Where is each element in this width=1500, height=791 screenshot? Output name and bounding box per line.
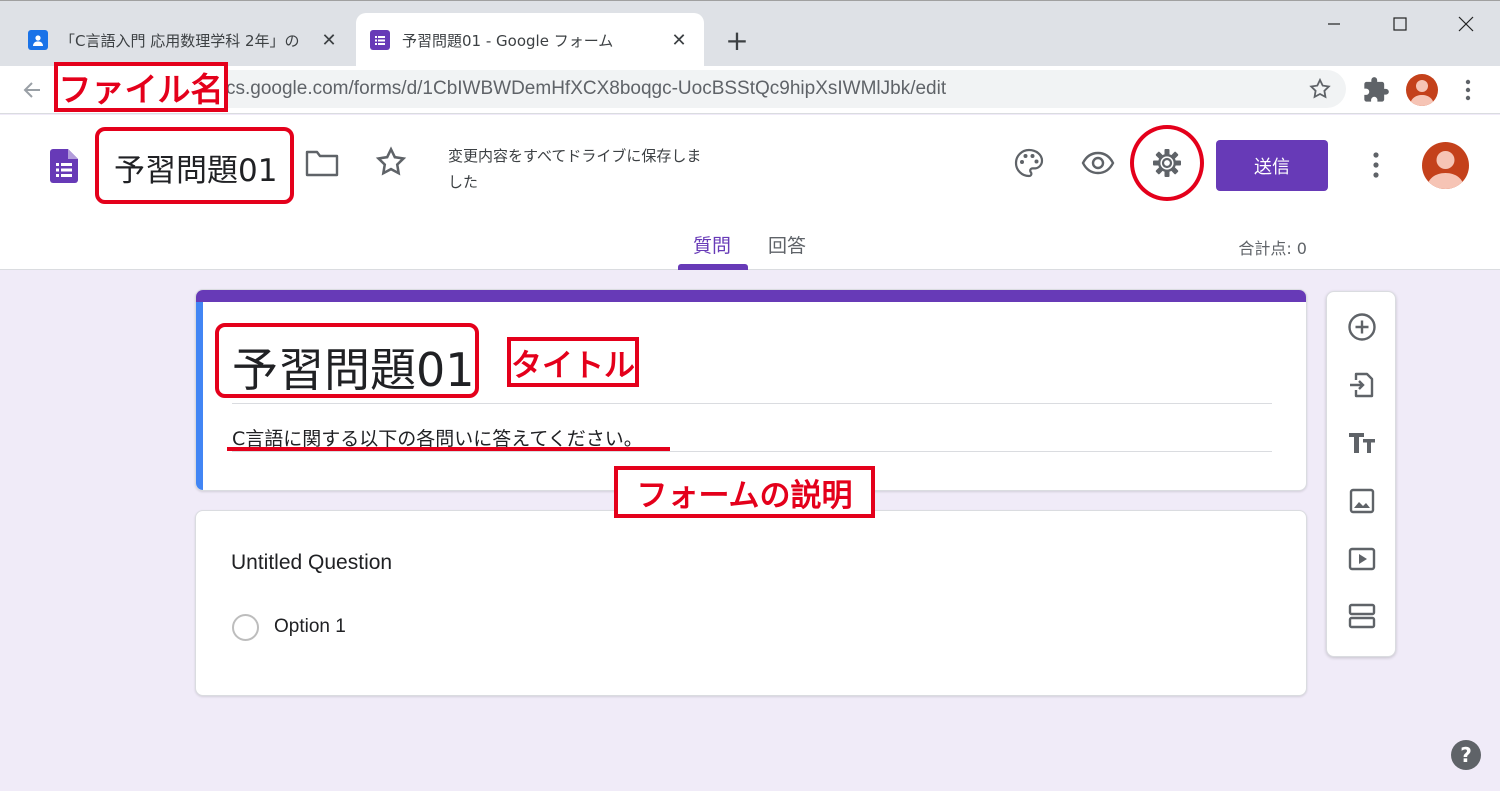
total-points: 合計点: 0 bbox=[1238, 239, 1307, 258]
tab-responses[interactable]: 回答 bbox=[768, 231, 806, 258]
add-question-icon[interactable] bbox=[1344, 309, 1380, 345]
preview-eye-icon[interactable] bbox=[1078, 143, 1118, 183]
side-toolbar bbox=[1326, 291, 1396, 657]
bookmark-star-icon[interactable] bbox=[1308, 77, 1332, 101]
add-section-icon[interactable] bbox=[1344, 598, 1380, 634]
more-options-icon[interactable] bbox=[1362, 147, 1390, 183]
option-label[interactable]: Option 1 bbox=[274, 616, 346, 638]
title-underline bbox=[232, 403, 1272, 404]
question-card[interactable]: Untitled Question Option 1 bbox=[195, 510, 1307, 696]
annotation-description-label: フォームの説明 bbox=[614, 466, 875, 518]
import-questions-icon[interactable] bbox=[1344, 367, 1380, 403]
description-underline bbox=[232, 451, 1272, 452]
extensions-puzzle-icon[interactable] bbox=[1362, 76, 1390, 104]
tab-questions[interactable]: 質問 bbox=[693, 231, 731, 258]
tab-title: 「C言語入門 応用数理学科 2年」の bbox=[60, 31, 300, 50]
browser-profile-avatar[interactable] bbox=[1406, 74, 1438, 106]
tab-title: 予習問題01 - Google フォーム bbox=[402, 31, 614, 50]
question-title[interactable]: Untitled Question bbox=[231, 551, 392, 575]
browser-tab-strip: 「C言語入門 応用数理学科 2年」の ✕ 予習問題01 - Google フォー… bbox=[0, 0, 1500, 67]
browser-tab-classroom[interactable]: 「C言語入門 応用数理学科 2年」の ✕ bbox=[14, 13, 354, 67]
palette-icon[interactable] bbox=[1009, 143, 1049, 183]
form-tabs: 質問 回答 合計点: 0 bbox=[0, 227, 1500, 270]
close-icon[interactable]: ✕ bbox=[668, 29, 690, 51]
active-card-indicator bbox=[196, 302, 203, 490]
url-text: cs.google.com/forms/d/1CbIWBWDemHfXCX8bo… bbox=[226, 78, 947, 99]
classroom-icon bbox=[28, 30, 48, 50]
annotation-description-underline bbox=[227, 447, 670, 451]
annotation-filename-label: ファイル名 bbox=[54, 62, 228, 112]
send-button[interactable]: 送信 bbox=[1216, 140, 1328, 191]
forms-logo-icon[interactable] bbox=[50, 149, 78, 183]
add-image-icon[interactable] bbox=[1344, 483, 1380, 519]
title-card-accent-bar bbox=[196, 290, 1306, 302]
minimize-icon[interactable] bbox=[1314, 9, 1354, 39]
radio-button[interactable] bbox=[232, 614, 259, 641]
annotation-title-label: タイトル bbox=[507, 337, 639, 387]
account-avatar[interactable] bbox=[1422, 142, 1469, 189]
move-to-folder-icon[interactable] bbox=[304, 147, 340, 179]
annotation-title-box bbox=[215, 323, 479, 398]
annotation-filename-box bbox=[95, 127, 294, 204]
browser-tab-forms[interactable]: 予習問題01 - Google フォーム ✕ bbox=[356, 13, 704, 67]
forms-icon bbox=[370, 30, 390, 50]
save-status: 変更内容をすべてドライブに保存しました bbox=[448, 147, 702, 191]
close-icon[interactable]: ✕ bbox=[318, 29, 340, 51]
address-bar[interactable]: cs.google.com/forms/d/1CbIWBWDemHfXCX8bo… bbox=[56, 70, 1346, 108]
active-tab-indicator bbox=[678, 264, 748, 270]
maximize-icon[interactable] bbox=[1380, 9, 1420, 39]
back-arrow-icon[interactable] bbox=[18, 76, 46, 104]
browser-menu-icon[interactable] bbox=[1456, 76, 1480, 104]
add-title-icon[interactable] bbox=[1344, 424, 1380, 460]
star-icon[interactable] bbox=[374, 145, 408, 179]
help-icon[interactable]: ? bbox=[1451, 740, 1481, 770]
add-video-icon[interactable] bbox=[1344, 541, 1380, 577]
window-close-icon[interactable] bbox=[1446, 9, 1486, 39]
annotation-settings-circle bbox=[1130, 125, 1204, 201]
new-tab-button[interactable]: + bbox=[722, 24, 752, 57]
